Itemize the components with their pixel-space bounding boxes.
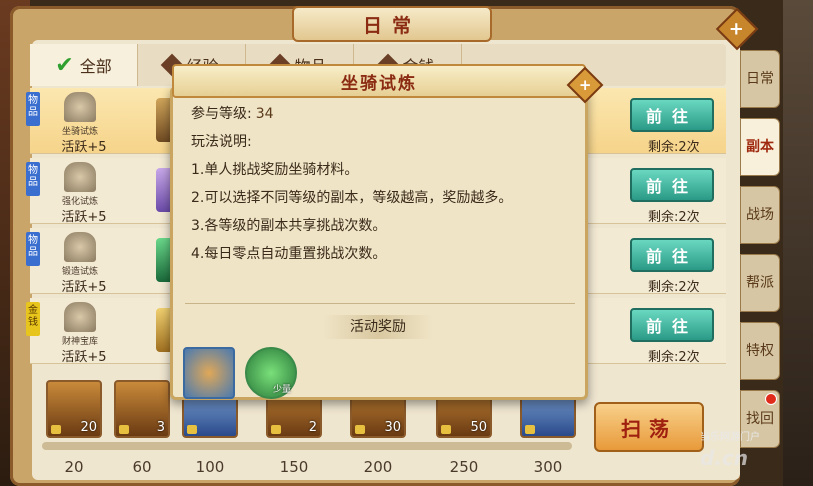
tab-battlefield[interactable]: 战场 <box>740 186 780 244</box>
exp-orb-icon[interactable]: 少量 <box>245 347 297 399</box>
tab-daily[interactable]: 日常 <box>740 50 780 108</box>
tab-label: 帮派 <box>746 275 774 291</box>
filter-all[interactable]: ✔ 全部 <box>30 44 138 86</box>
milestone-label: 200 <box>363 458 393 476</box>
row-tag: 金钱 <box>26 302 40 336</box>
lock-icon <box>119 425 129 434</box>
chest-count: 50 <box>470 420 487 435</box>
go-button[interactable]: 前往 <box>630 168 714 202</box>
tab-label: 找回 <box>746 411 774 427</box>
reward-chest[interactable]: 3 <box>114 380 170 438</box>
activity-points: 活跃+5 <box>61 210 107 225</box>
chest-count: 20 <box>80 420 97 435</box>
level-value: 34 <box>255 106 274 122</box>
milestone-label: 60 <box>132 458 152 476</box>
go-button[interactable]: 前往 <box>630 238 714 272</box>
progress-track <box>42 442 572 450</box>
close-icon: + <box>578 75 592 94</box>
milestone-label: 150 <box>279 458 309 476</box>
tab-label: 副本 <box>746 139 774 155</box>
close-icon: + <box>729 18 745 40</box>
filter-label: 全部 <box>79 57 112 76</box>
activity-detail-popup: 参与等级: 34 玩法说明: 1.单人挑战奖励坐骑材料。 2.可以选择不同等级的副… <box>170 86 588 400</box>
notification-dot <box>765 393 777 405</box>
watermark-text: 当乐网游门户 <box>700 432 760 443</box>
level-requirement: 参与等级: 34 <box>191 103 274 123</box>
watermark-logo: d.cn <box>700 446 749 470</box>
tab-dungeon[interactable]: 副本 <box>740 118 780 176</box>
panel-title: 日常 <box>292 6 492 42</box>
remaining-count: 剩余:2次 <box>648 140 700 155</box>
description-line: 4.每日零点自动重置挑战次数。 <box>191 246 387 262</box>
row-tag: 物品 <box>26 162 40 196</box>
tab-label: 战场 <box>746 207 774 223</box>
sweep-button[interactable]: 扫荡 <box>594 402 704 452</box>
reward-chest[interactable]: 20 <box>46 380 102 438</box>
item-label: 少量 <box>272 385 291 395</box>
lock-icon <box>441 425 451 434</box>
description-line: 2.可以选择不同等级的副本，等级越高，奖励越多。 <box>191 190 513 206</box>
row-tag: 物品 <box>26 92 40 126</box>
lock-icon <box>51 425 61 434</box>
go-button[interactable]: 前往 <box>630 98 714 132</box>
activity-icon <box>64 92 96 122</box>
activity-icon <box>64 232 96 262</box>
lock-icon <box>187 425 197 434</box>
activity-points: 活跃+5 <box>61 280 107 295</box>
description-line: 3.各等级的副本共享挑战次数。 <box>191 218 387 234</box>
chest-count: 3 <box>156 420 165 435</box>
milestone-label: 300 <box>533 458 563 476</box>
lock-icon <box>525 425 535 434</box>
activity-points: 活跃+5 <box>61 140 107 155</box>
milestone-label: 100 <box>195 458 225 476</box>
level-label: 参与等级: <box>191 106 252 122</box>
divider <box>185 303 575 304</box>
description-label: 玩法说明: <box>191 134 252 150</box>
tab-privilege[interactable]: 特权 <box>740 322 780 380</box>
description-line: 1.单人挑战奖励坐骑材料。 <box>191 162 359 178</box>
bread-item-icon[interactable] <box>183 347 235 399</box>
remaining-count: 剩余:2次 <box>648 210 700 225</box>
milestone-label: 250 <box>449 458 479 476</box>
activity-icon <box>64 302 96 332</box>
chest-count: 2 <box>308 420 317 435</box>
remaining-count: 剩余:2次 <box>648 350 700 365</box>
activity-points: 活跃+5 <box>61 350 107 365</box>
lock-icon <box>271 425 281 434</box>
tab-guild[interactable]: 帮派 <box>740 254 780 312</box>
tab-label: 日常 <box>746 71 774 87</box>
activity-icon <box>64 162 96 192</box>
row-tag: 物品 <box>26 232 40 266</box>
go-button[interactable]: 前往 <box>630 308 714 342</box>
popup-title: 坐骑试炼 <box>172 64 586 98</box>
tab-label: 特权 <box>746 343 774 359</box>
remaining-count: 剩余:2次 <box>648 280 700 295</box>
lock-icon <box>355 425 365 434</box>
background-right <box>783 0 813 486</box>
reward-title: 活动奖励 <box>323 315 433 339</box>
check-icon: ✔ <box>55 52 74 78</box>
chest-count: 30 <box>384 420 401 435</box>
milestone-label: 20 <box>64 458 84 476</box>
